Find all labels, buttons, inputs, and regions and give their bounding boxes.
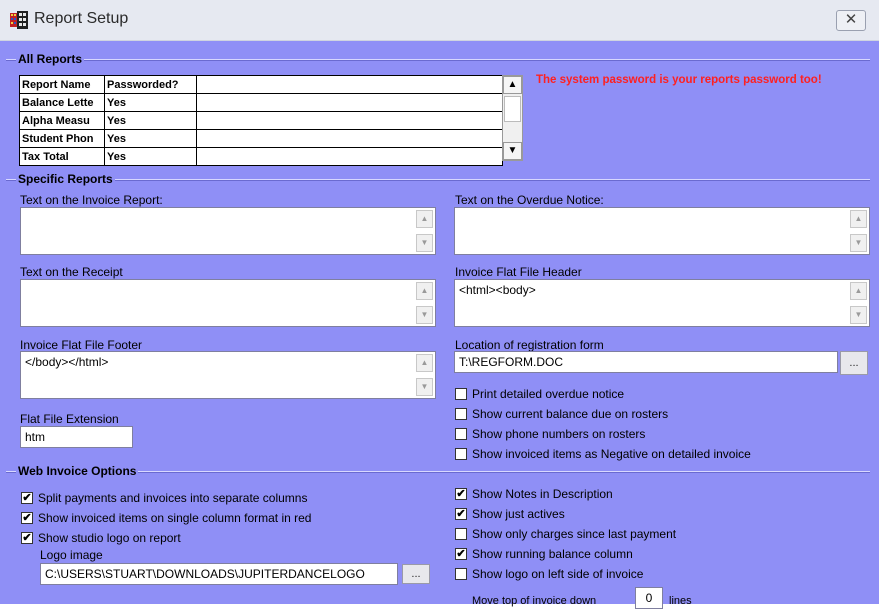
all-reports-title: All Reports [16,52,85,66]
checkbox-box[interactable] [455,408,467,420]
reg-form-path-input[interactable]: T:\REGFORM.DOC [454,351,838,373]
password-warning: The system password is your reports pass… [536,74,822,86]
invoice-text-field[interactable]: ▲ ▼ [20,207,436,255]
reports-table: Report Name Passworded? Balance Lette Ye… [19,75,503,166]
column-header-passworded[interactable]: Passworded? [104,75,197,94]
logo-image-label: Logo image [40,548,103,562]
scroll-up-icon[interactable]: ▲ [850,210,867,228]
scroll-down-icon[interactable]: ▼ [416,306,433,324]
report-name-cell[interactable]: Tax Total [19,147,105,166]
checkbox-box[interactable] [455,388,467,400]
passworded-cell[interactable]: Yes [104,147,197,166]
checkbox-box[interactable] [455,528,467,540]
passworded-cell[interactable]: Yes [104,129,197,148]
overdue-text-scrollbar[interactable]: ▲ ▼ [850,210,867,252]
table-empty-cell [196,129,503,148]
move-top-label: Move top of invoice down [472,595,597,607]
passworded-cell[interactable]: Yes [104,93,197,112]
checkbox-box[interactable]: ✔ [455,508,467,520]
table-empty-cell [196,147,503,166]
checkbox-box[interactable] [455,568,467,580]
report-name-cell[interactable]: Student Phon [19,129,105,148]
table-empty-cell [196,111,503,130]
table-empty-cell [196,93,503,112]
logo-browse-button[interactable]: ... [402,564,430,584]
table-row[interactable]: Tax Total Yes [19,147,503,166]
column-header-report-name[interactable]: Report Name [19,75,105,94]
window-title: Report Setup [34,10,129,27]
passworded-cell[interactable]: Yes [104,111,197,130]
scroll-thumb[interactable] [504,96,521,122]
invoice-text-label: Text on the Invoice Report: [20,193,163,207]
extension-label: Flat File Extension [20,412,119,426]
table-row[interactable]: Student Phon Yes [19,129,503,148]
reg-form-browse-button[interactable]: ... [840,351,868,375]
overdue-text-label: Text on the Overdue Notice: [455,193,604,207]
scroll-down-icon[interactable]: ▼ [416,234,433,252]
specific-reports-divider [6,179,870,181]
app-icon [10,11,28,29]
report-setup-panel: All Reports Report Name Passworded? Bala… [0,41,879,609]
arrow-down-icon: ▼ [507,145,518,156]
checkbox-box[interactable]: ✔ [455,548,467,560]
scroll-up-icon[interactable]: ▲ [416,354,433,372]
checkbox-box[interactable]: ✔ [455,488,467,500]
table-scrollbar[interactable]: ▲ ▼ [502,75,523,161]
reg-form-label: Location of registration form [455,338,604,352]
scroll-down-icon[interactable]: ▼ [416,378,433,396]
move-top-unit: lines [669,595,692,607]
flat-footer-scrollbar[interactable]: ▲ ▼ [416,354,433,396]
specific-reports-title: Specific Reports [16,172,115,186]
scroll-down-icon[interactable]: ▼ [850,306,867,324]
close-button[interactable]: ✕ [836,10,866,31]
scroll-up-icon[interactable]: ▲ [416,282,433,300]
checkbox-box[interactable]: ✔ [21,492,33,504]
invoice-text-scrollbar[interactable]: ▲ ▼ [416,210,433,252]
overdue-text-field[interactable]: ▲ ▼ [454,207,870,255]
flat-header-field[interactable]: <html><body> ▲ ▼ [454,279,870,327]
receipt-text-field[interactable]: ▲ ▼ [20,279,436,327]
flat-header-label: Invoice Flat File Header [455,265,582,279]
table-empty-cell [196,75,503,94]
all-reports-divider [6,59,870,61]
checkbox-box[interactable] [455,428,467,440]
table-row[interactable]: Balance Lette Yes [19,93,503,112]
table-header-row: Report Name Passworded? [19,75,503,94]
scroll-down-button[interactable]: ▼ [503,142,522,160]
flat-footer-label: Invoice Flat File Footer [20,338,143,352]
arrow-up-icon: ▲ [507,79,518,90]
checkbox-box[interactable]: ✔ [21,532,33,544]
checkbox-box[interactable] [455,448,467,460]
close-icon: ✕ [844,11,858,28]
extension-input[interactable]: htm [20,426,133,448]
table-row[interactable]: Alpha Measu Yes [19,111,503,130]
scroll-down-icon[interactable]: ▼ [850,234,867,252]
receipt-text-label: Text on the Receipt [20,265,123,279]
receipt-text-scrollbar[interactable]: ▲ ▼ [416,282,433,324]
scroll-up-icon[interactable]: ▲ [850,282,867,300]
move-top-lines-input[interactable]: 0 [635,587,663,609]
checkbox-box[interactable]: ✔ [21,512,33,524]
title-bar: Report Setup ✕ [0,0,879,41]
flat-header-scrollbar[interactable]: ▲ ▼ [850,282,867,324]
scroll-up-icon[interactable]: ▲ [416,210,433,228]
web-invoice-title: Web Invoice Options [16,464,139,478]
report-name-cell[interactable]: Alpha Measu [19,111,105,130]
scroll-up-button[interactable]: ▲ [503,76,522,94]
report-name-cell[interactable]: Balance Lette [19,93,105,112]
logo-path-input[interactable]: C:\USERS\STUART\DOWNLOADS\JUPITERDANCELO… [40,563,398,585]
flat-footer-field[interactable]: </body></html> ▲ ▼ [20,351,436,399]
